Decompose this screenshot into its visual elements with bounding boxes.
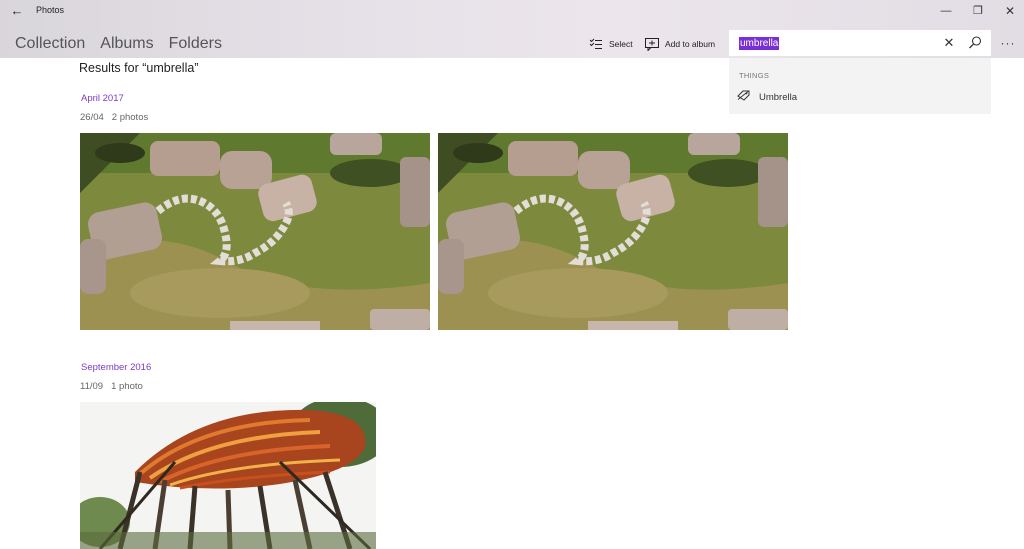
search-input[interactable]: umbrella: [739, 37, 780, 50]
group-day: 26/04: [80, 112, 104, 123]
group-count: 2 photos: [111, 112, 149, 123]
group-date-header[interactable]: September 2016: [81, 362, 151, 373]
results-title: Results for “umbrella”: [79, 61, 199, 75]
umbrella-tag-icon: [737, 90, 750, 104]
title-bar: ← Photos — ❐ ✕: [0, 0, 1024, 22]
main-nav: Collection Albums Folders: [15, 34, 222, 54]
rock-garden-image: [438, 133, 788, 330]
group-count: 1 photo: [111, 381, 143, 392]
group-meta: 11/09 1 photo: [80, 381, 143, 392]
group-date-header[interactable]: April 2017: [81, 93, 124, 104]
suggestion-label: Umbrella: [759, 91, 798, 103]
group-day: 11/09: [80, 381, 104, 392]
search-button[interactable]: [967, 35, 983, 51]
app-title: Photos: [36, 5, 65, 15]
add-album-icon: [645, 37, 659, 51]
photos-app: ← Photos — ❐ ✕ Collection Albums Folders…: [0, 0, 1024, 549]
nav-folders[interactable]: Folders: [169, 34, 222, 54]
search-suggestions: THINGS Umbrella: [729, 58, 991, 114]
nav-albums[interactable]: Albums: [100, 34, 153, 54]
suggestion-item[interactable]: Umbrella: [737, 89, 983, 105]
back-button[interactable]: ←: [8, 3, 26, 19]
add-to-album-button[interactable]: Add to album: [645, 36, 715, 52]
add-to-album-label: Add to album: [665, 39, 716, 49]
maximize-button[interactable]: ❐: [966, 2, 990, 20]
clear-search-button[interactable]: ✕: [941, 35, 957, 51]
photo-thumbnail[interactable]: [438, 133, 788, 330]
close-window-button[interactable]: ✕: [998, 2, 1022, 20]
select-label: Select: [609, 39, 633, 49]
more-options-button[interactable]: ···: [999, 35, 1017, 51]
wooden-sculpture-image: [80, 402, 376, 549]
suggestion-category: THINGS: [739, 71, 770, 80]
search-icon: [969, 36, 982, 49]
nav-collection[interactable]: Collection: [15, 34, 85, 54]
select-button[interactable]: Select: [589, 36, 633, 52]
photo-thumbnail[interactable]: [80, 133, 430, 330]
group-meta: 26/04 2 photos: [80, 112, 148, 123]
rock-garden-image: [80, 133, 430, 330]
minimize-button[interactable]: —: [934, 2, 958, 20]
photo-thumbnail[interactable]: [80, 402, 376, 549]
search-box[interactable]: umbrella ✕: [729, 30, 991, 56]
checklist-icon: [589, 38, 603, 50]
